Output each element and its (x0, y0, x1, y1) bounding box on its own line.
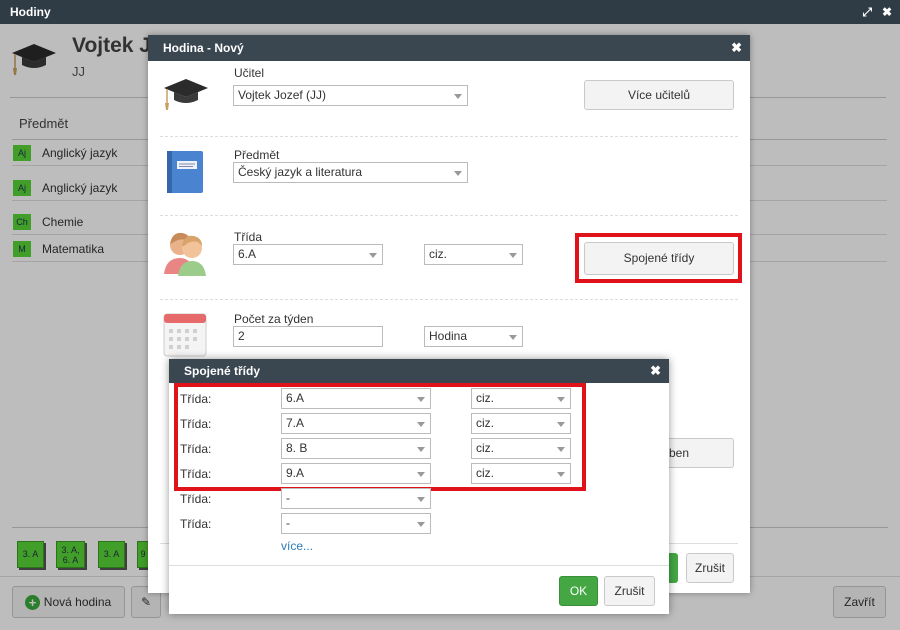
cancel-button[interactable]: Zrušit (686, 553, 734, 583)
maximize-icon[interactable]: ⤢ (862, 0, 872, 24)
class-select[interactable]: 8. B (281, 438, 431, 459)
teacher-select-value: Vojtek Jozef (JJ) (238, 88, 327, 102)
class-select[interactable]: 6.A (233, 244, 383, 265)
group-select-value: ciz. (476, 441, 494, 455)
teacher-select[interactable]: Vojtek Jozef (JJ) (233, 85, 468, 106)
divider (169, 565, 669, 566)
more-teachers-button[interactable]: Více učitelů (584, 80, 734, 110)
weekly-count-label: Počet za týden (234, 312, 314, 326)
window-titlebar: Hodiny ⤢ ✖ (0, 0, 900, 24)
chevron-down-icon (417, 397, 425, 402)
dialog-titlebar: Spojené třídy ✖ (169, 359, 669, 383)
cancel-button[interactable]: Zrušit (604, 576, 655, 606)
class-select[interactable]: - (281, 488, 431, 509)
row-label: Třída: (180, 467, 212, 481)
chevron-down-icon (417, 447, 425, 452)
window-title: Hodiny (10, 5, 51, 19)
class-select-value: - (286, 491, 290, 505)
chevron-down-icon (454, 94, 462, 99)
class-label: Třída (234, 230, 263, 244)
chevron-down-icon (369, 253, 377, 258)
joined-classes-dialog: Spojené třídy ✖ Třída: 6.A ciz. Třída: 7… (169, 359, 669, 614)
divider (160, 299, 738, 300)
chevron-down-icon (509, 335, 517, 340)
chevron-down-icon (454, 171, 462, 176)
group-select[interactable]: ciz. (471, 438, 571, 459)
class-select-value: 7.A (286, 416, 305, 430)
chevron-down-icon (509, 253, 517, 258)
class-select-value: 6.A (286, 391, 305, 405)
subject-label: Předmět (234, 148, 280, 162)
chevron-down-icon (417, 497, 425, 502)
group-select-value: ciz. (476, 466, 494, 480)
class-select[interactable]: 6.A (281, 388, 431, 409)
subject-select-value: Český jazyk a literatura (238, 165, 363, 179)
dialog-title: Hodina - Nový (163, 41, 244, 55)
weekly-count-input[interactable]: 2 (233, 326, 383, 347)
close-icon[interactable]: ✖ (882, 0, 892, 24)
class-select-value: 6.A (238, 247, 257, 261)
chevron-down-icon (417, 522, 425, 527)
group-select[interactable]: ciz. (424, 244, 523, 265)
divider (160, 215, 738, 216)
chevron-down-icon (557, 447, 565, 452)
weekly-unit-value: Hodina (429, 329, 468, 343)
group-select-value: ciz. (476, 391, 494, 405)
subject-select[interactable]: Český jazyk a literatura (233, 162, 468, 183)
students-icon (164, 232, 206, 276)
group-select-value: ciz. (476, 416, 494, 430)
graduation-cap-icon (164, 79, 208, 110)
chevron-down-icon (557, 422, 565, 427)
row-label: Třída: (180, 417, 212, 431)
divider (160, 136, 738, 137)
row-label: Třída: (180, 442, 212, 456)
row-label: Třída: (180, 492, 212, 506)
class-select-value: 8. B (286, 441, 308, 455)
class-select[interactable]: - (281, 513, 431, 534)
teacher-label: Učitel (234, 66, 265, 80)
joined-classes-button[interactable]: Spojené třídy (584, 242, 734, 275)
class-select-value: 9.A (286, 466, 305, 480)
class-select[interactable]: 7.A (281, 413, 431, 434)
row-label: Třída: (180, 517, 212, 531)
group-select[interactable]: ciz. (471, 463, 571, 484)
calendar-icon (163, 313, 207, 357)
dialog-title: Spojené třídy (184, 364, 261, 378)
group-select[interactable]: ciz. (471, 388, 571, 409)
dialog-titlebar: Hodina - Nový ✖ (148, 35, 750, 61)
class-select[interactable]: 9.A (281, 463, 431, 484)
more-link[interactable]: více... (281, 539, 313, 553)
chevron-down-icon (557, 472, 565, 477)
weekly-unit-select[interactable]: Hodina (424, 326, 523, 347)
class-select-value: - (286, 516, 290, 530)
chevron-down-icon (417, 472, 425, 477)
chevron-down-icon (417, 422, 425, 427)
close-icon[interactable]: ✖ (731, 35, 742, 61)
group-select-value: ciz. (429, 247, 447, 261)
book-icon (167, 151, 203, 193)
chevron-down-icon (557, 397, 565, 402)
close-icon[interactable]: ✖ (650, 359, 661, 383)
row-label: Třída: (180, 392, 212, 406)
ok-button[interactable]: OK (559, 576, 598, 606)
group-select[interactable]: ciz. (471, 413, 571, 434)
